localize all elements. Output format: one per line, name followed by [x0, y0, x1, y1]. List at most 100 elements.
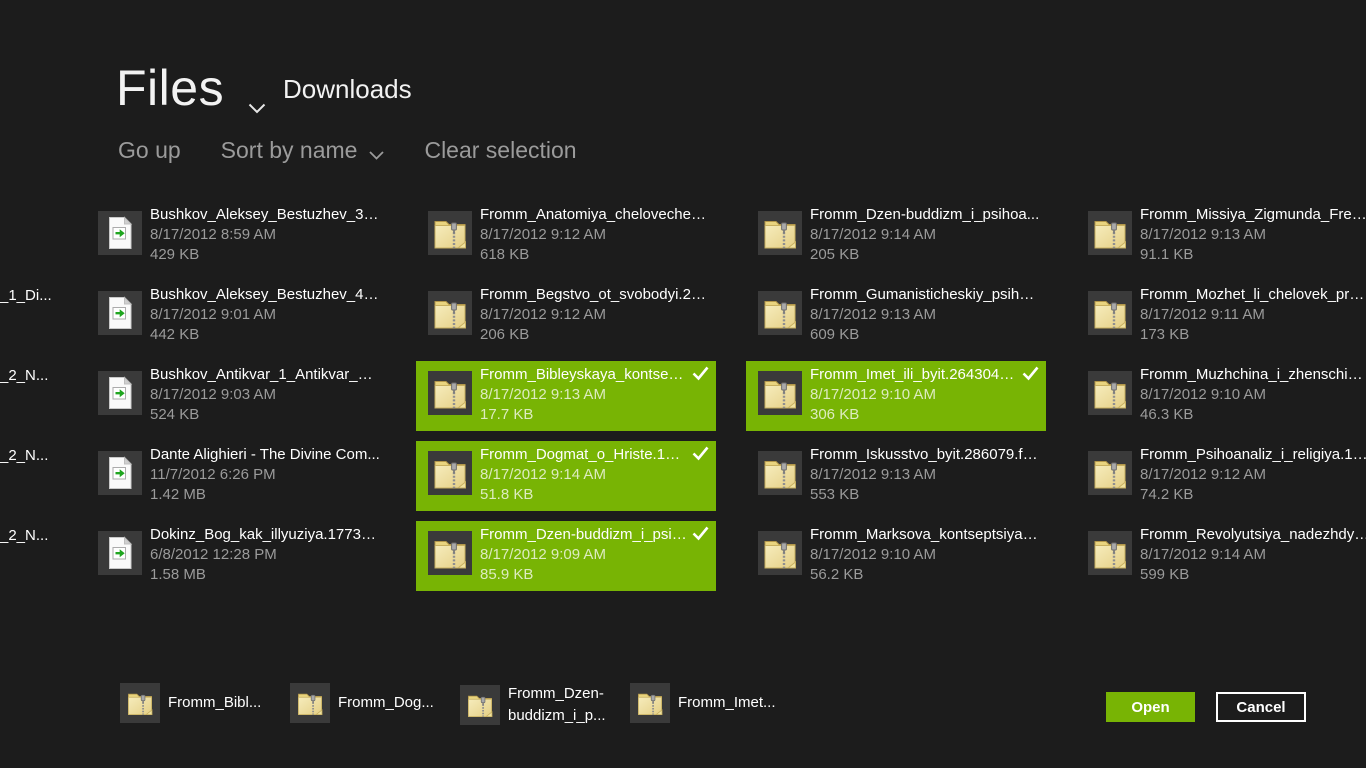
file-name: Fromm_Gumanisticheskiy_psihoa... — [810, 285, 1040, 305]
file-date: 8/17/2012 9:14 AM — [480, 465, 710, 485]
file-date: 8/17/2012 9:12 AM — [480, 225, 710, 245]
file-size: 51.8 KB — [480, 485, 710, 505]
file-name: Fromm_Marksova_kontseptsiya_... — [810, 525, 1040, 545]
zipped-folder-icon — [758, 211, 802, 255]
file-info: Fromm_Gumanisticheskiy_psihoa... 8/17/20… — [810, 285, 1040, 345]
file-tile[interactable]: Fromm_Revolyutsiya_nadezhdyi.... 8/17/20… — [1076, 521, 1366, 591]
file-icon-tile — [758, 371, 802, 415]
file-size: 206 KB — [480, 325, 710, 345]
go-up-button[interactable]: Go up — [118, 135, 181, 166]
clipped-file-name-fragment[interactable]: _2_N... — [0, 366, 48, 386]
file-info: Fromm_Imet_ili_byit.264304.fb2... 8/17/2… — [810, 365, 1040, 425]
file-tile[interactable]: Fromm_Mozhet_li_chelovek_preo... 8/17/20… — [1076, 281, 1366, 351]
zipped-folder-icon — [1088, 211, 1132, 255]
file-info: Dante Alighieri - The Divine Com... 11/7… — [150, 445, 380, 505]
file-name: Bushkov_Antikvar_1_Antikvar_122... — [150, 365, 380, 385]
file-size: 442 KB — [150, 325, 380, 345]
file-date: 8/17/2012 9:10 AM — [810, 385, 1040, 405]
cancel-button[interactable]: Cancel — [1216, 692, 1306, 722]
file-icon-tile — [758, 451, 802, 495]
file-name: Fromm_Missiya_Zigmunda_Freyd... — [1140, 205, 1366, 225]
file-size: 1.42 MB — [150, 485, 380, 505]
file-tile[interactable]: Fromm_Iskusstvo_byit.286079.fb... 8/17/2… — [746, 441, 1046, 511]
zipped-folder-icon — [633, 686, 667, 720]
file-icon-tile — [428, 531, 472, 575]
file-tile[interactable]: Bushkov_Aleksey_Bestuzhev_3_S... 8/17/20… — [86, 201, 386, 271]
open-button[interactable]: Open — [1106, 692, 1195, 722]
file-info: Fromm_Iskusstvo_byit.286079.fb... 8/17/2… — [810, 445, 1040, 505]
file-tile[interactable]: Fromm_Dzen-buddizm_i_psihoa... 8/17/2012… — [746, 201, 1046, 271]
file-info: Fromm_Dzen-buddizm_i_psihoa... 8/17/2012… — [480, 525, 710, 585]
zipped-folder-icon — [428, 371, 472, 415]
clipped-file-name-fragment[interactable]: _1_Di... — [0, 286, 52, 306]
file-tile[interactable]: Fromm_Imet_ili_byit.264304.fb2... 8/17/2… — [746, 361, 1046, 431]
file-tile[interactable]: Fromm_Gumanisticheskiy_psihoa... 8/17/20… — [746, 281, 1046, 351]
selected-file-name: Fromm_Imet... — [678, 692, 776, 714]
file-date: 8/17/2012 9:14 AM — [1140, 545, 1366, 565]
file-date: 8/17/2012 9:03 AM — [150, 385, 380, 405]
file-date: 8/17/2012 9:13 AM — [810, 465, 1040, 485]
file-date: 11/7/2012 6:26 PM — [150, 465, 380, 485]
file-tile[interactable]: Dante Alighieri - The Divine Com... 11/7… — [86, 441, 386, 511]
file-icon-tile — [1088, 291, 1132, 335]
clipped-file-name-fragment[interactable]: _2_N... — [0, 526, 48, 546]
file-tile[interactable]: Bushkov_Antikvar_1_Antikvar_122... 8/17/… — [86, 361, 386, 431]
selected-file-thumb[interactable]: Fromm_Dzen-buddizm_i_p... — [460, 683, 612, 727]
go-up-label: Go up — [118, 137, 181, 164]
file-info: Bushkov_Aleksey_Bestuzhev_4_K... 8/17/20… — [150, 285, 380, 345]
selected-file-name: Fromm_Dzen-buddizm_i_p... — [508, 683, 612, 727]
file-name: Fromm_Begstvo_ot_svobodyi.22... — [480, 285, 710, 305]
file-tile[interactable]: Fromm_Dzen-buddizm_i_psihoa... 8/17/2012… — [416, 521, 716, 591]
zipped-folder-icon — [758, 371, 802, 415]
file-tile[interactable]: Fromm_Missiya_Zigmunda_Freyd... 8/17/201… — [1076, 201, 1366, 271]
file-info: Bushkov_Antikvar_1_Antikvar_122... 8/17/… — [150, 365, 380, 425]
file-date: 8/17/2012 9:10 AM — [810, 545, 1040, 565]
file-size: 618 KB — [480, 245, 710, 265]
file-info: Fromm_Mozhet_li_chelovek_preo... 8/17/20… — [1140, 285, 1366, 345]
zipped-folder-icon — [428, 291, 472, 335]
file-tile[interactable]: Bushkov_Aleksey_Bestuzhev_4_K... 8/17/20… — [86, 281, 386, 351]
clipped-file-name-fragment[interactable]: _2_N... — [0, 446, 48, 466]
clear-selection-button[interactable]: Clear selection — [424, 135, 576, 166]
file-tile[interactable]: Fromm_Bibleyskaya_kontseptsiya... 8/17/2… — [416, 361, 716, 431]
file-date: 8/17/2012 9:13 AM — [1140, 225, 1366, 245]
file-size: 74.2 KB — [1140, 485, 1366, 505]
zipped-folder-icon — [758, 451, 802, 495]
file-icon-tile — [428, 211, 472, 255]
file-tile[interactable]: Fromm_Muzhchina_i_zhenschina.... 8/17/20… — [1076, 361, 1366, 431]
app-title: Files — [116, 59, 224, 117]
file-name: Fromm_Revolyutsiya_nadezhdyi.... — [1140, 525, 1366, 545]
file-tile[interactable]: Fromm_Begstvo_ot_svobodyi.22... 8/17/201… — [416, 281, 716, 351]
zipped-folder-icon — [463, 688, 497, 722]
file-info: Fromm_Muzhchina_i_zhenschina.... 8/17/20… — [1140, 365, 1366, 425]
file-tile[interactable]: Fromm_Marksova_kontseptsiya_... 8/17/201… — [746, 521, 1046, 591]
file-name: Fromm_Iskusstvo_byit.286079.fb... — [810, 445, 1040, 465]
file-info: Dokinz_Bog_kak_illyuziya.177351.... 6/8/… — [150, 525, 380, 585]
file-date: 8/17/2012 9:12 AM — [1140, 465, 1366, 485]
selected-file-thumb[interactable]: Fromm_Dog... — [290, 683, 434, 723]
file-size: 599 KB — [1140, 565, 1366, 585]
file-tile[interactable]: Dokinz_Bog_kak_illyuziya.177351.... 6/8/… — [86, 521, 386, 591]
file-tile[interactable]: Fromm_Anatomiya_chelovechesk... 8/17/201… — [416, 201, 716, 271]
file-tile[interactable]: Fromm_Dogmat_o_Hriste.17449... 8/17/2012… — [416, 441, 716, 511]
file-size: 173 KB — [1140, 325, 1366, 345]
zipped-folder-icon — [1088, 291, 1132, 335]
file-info: Fromm_Marksova_kontseptsiya_... 8/17/201… — [810, 525, 1040, 585]
selected-file-thumb[interactable]: Fromm_Bibl... — [120, 683, 261, 723]
selected-check-icon — [1022, 366, 1039, 386]
file-size: 17.7 KB — [480, 405, 710, 425]
file-date: 8/17/2012 9:11 AM — [1140, 305, 1366, 325]
selected-file-thumb[interactable]: Fromm_Imet... — [630, 683, 776, 723]
file-info: Fromm_Dzen-buddizm_i_psihoa... 8/17/2012… — [810, 205, 1040, 265]
file-icon-tile — [1088, 451, 1132, 495]
file-tile[interactable]: Fromm_Psihoanaliz_i_religiya.174... 8/17… — [1076, 441, 1366, 511]
check-icon — [692, 526, 709, 541]
file-info: Fromm_Begstvo_ot_svobodyi.22... 8/17/201… — [480, 285, 710, 345]
file-date: 8/17/2012 9:14 AM — [810, 225, 1040, 245]
file-date: 8/17/2012 9:13 AM — [480, 385, 710, 405]
app-title-dropdown[interactable]: Files — [116, 50, 266, 126]
sort-by-name-button[interactable]: Sort by name — [221, 135, 385, 166]
document-with-green-arrow-icon — [98, 531, 142, 575]
toolbar: Go up Sort by name Clear selection — [118, 135, 577, 166]
file-info: Fromm_Psihoanaliz_i_religiya.174... 8/17… — [1140, 445, 1366, 505]
